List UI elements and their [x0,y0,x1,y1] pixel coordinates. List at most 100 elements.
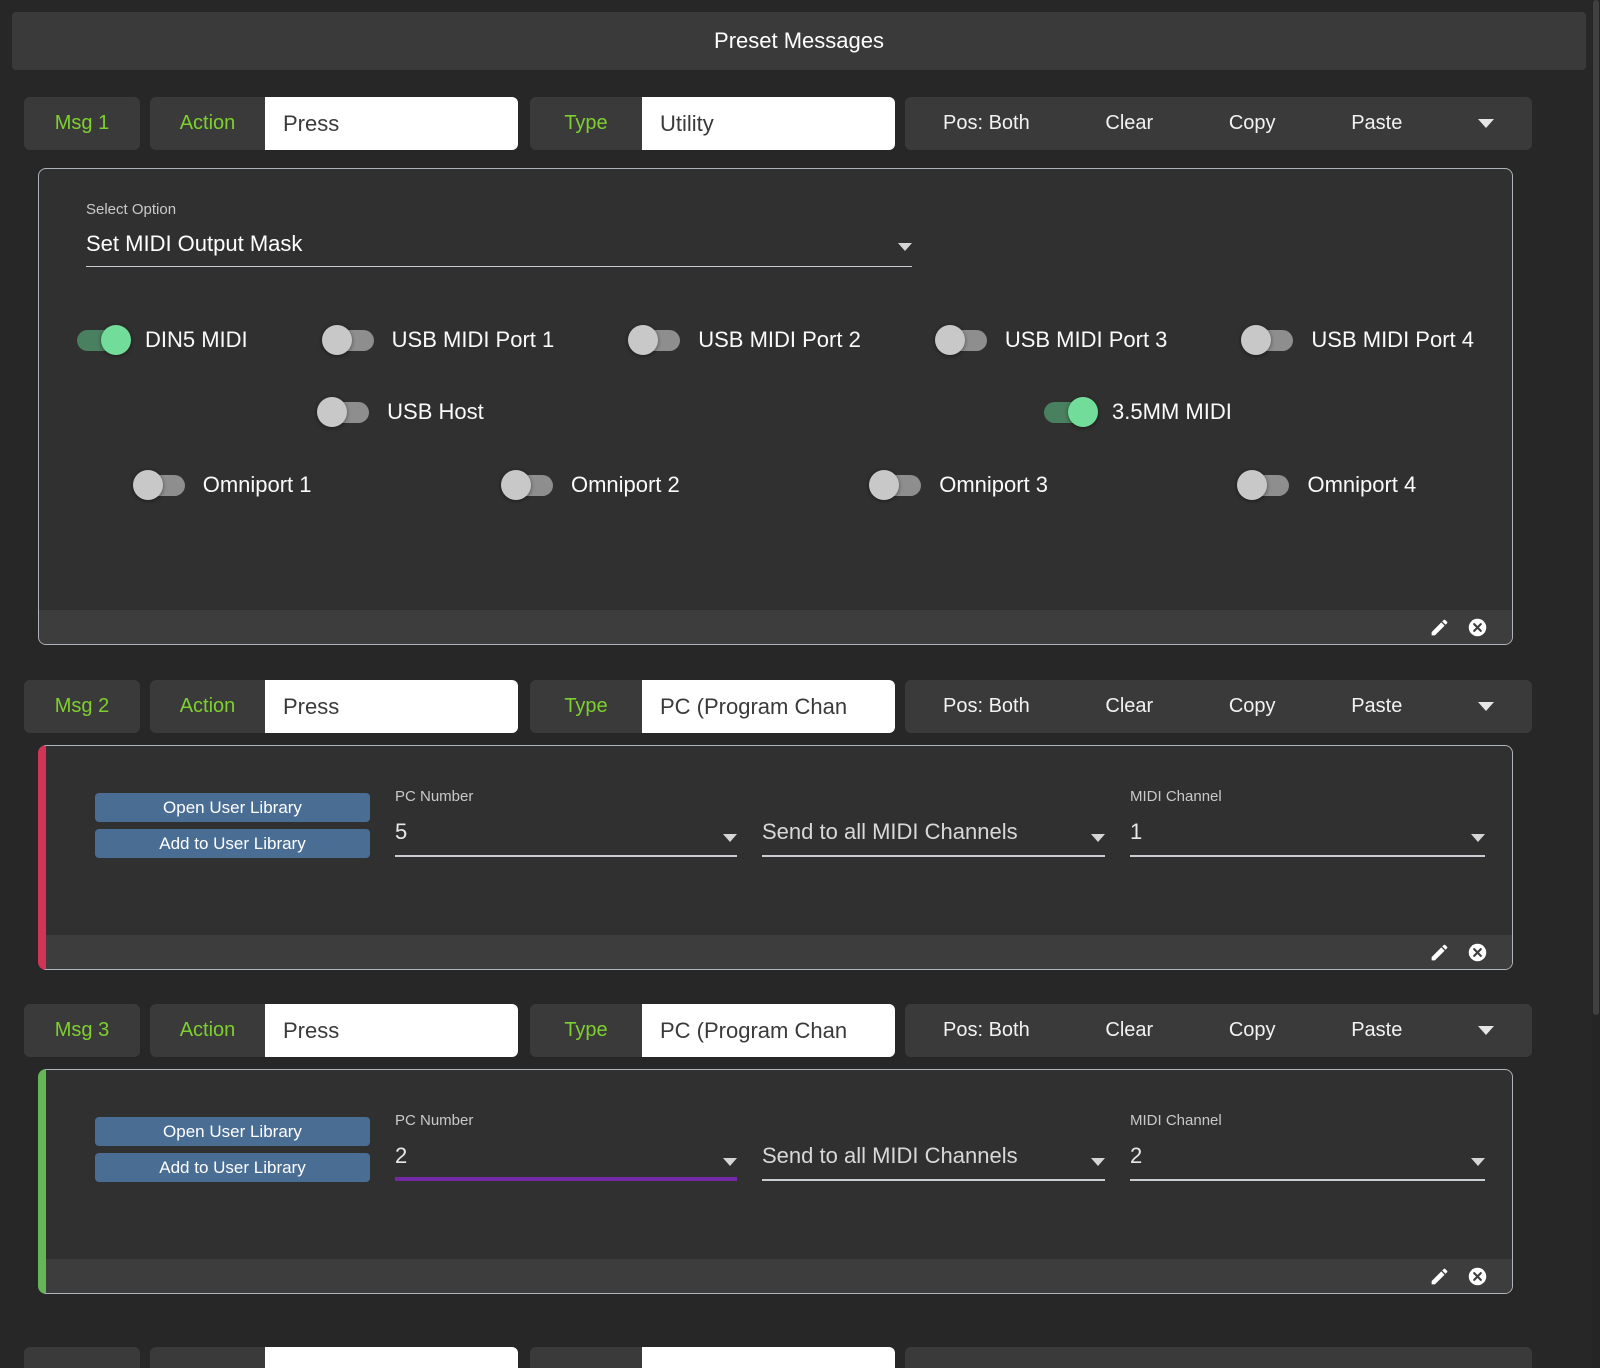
toggle-omniport-1[interactable]: Omniport 1 [135,470,312,500]
edit-message-button[interactable] [1428,941,1450,963]
chevron-down-icon[interactable] [1478,119,1494,128]
pos-both-button[interactable]: Pos: Both [943,1019,1030,1042]
paste-button[interactable]: Paste [1351,1019,1402,1042]
copy-button[interactable]: Copy [1229,695,1276,718]
toggle-omniport-2[interactable]: Omniport 2 [503,470,680,500]
msg4-header-row [24,1347,1532,1368]
type-label [530,1347,642,1368]
toggle-switch[interactable] [135,470,187,500]
channel-mode-select[interactable]: Send to all MIDI Channels [762,819,1105,857]
add-to-user-library-button[interactable]: Add to User Library [95,829,370,858]
open-user-library-button[interactable]: Open User Library [95,1117,370,1146]
toggle-switch[interactable] [630,325,682,355]
circle-x-icon [1467,617,1488,638]
paste-button[interactable]: Paste [1351,112,1402,135]
copy-button[interactable]: Copy [1229,112,1276,135]
action-select[interactable]: Press [265,680,518,733]
msg1-type-combo: Type Utility [530,97,895,150]
remove-message-button[interactable] [1466,616,1488,638]
edit-message-button[interactable] [1428,1265,1450,1287]
remove-message-button[interactable] [1466,941,1488,963]
toggle-switch[interactable] [77,325,129,355]
action-label: Action [150,97,265,150]
remove-message-button[interactable] [1466,1265,1488,1287]
clear-button[interactable]: Clear [1105,695,1153,718]
msg4-button[interactable] [24,1347,140,1368]
msg3-header-row: Msg 3 Action Press Type PC (Program Chan… [24,1004,1532,1057]
toggle-switch[interactable] [871,470,923,500]
clear-button[interactable]: Clear [1105,1019,1153,1042]
midi-channel-select[interactable]: 2 [1130,1143,1485,1181]
pc-number-field: PC Number 2 [395,1112,737,1182]
toggle-usb-midi-port-1[interactable]: USB MIDI Port 1 [324,325,555,355]
midi-channel-field: MIDI Channel 1 [1130,788,1485,858]
add-to-user-library-button[interactable]: Add to User Library [95,1153,370,1182]
action-select[interactable] [265,1347,518,1368]
toggle-switch[interactable] [937,325,989,355]
library-buttons: Open User Library Add to User Library [95,793,370,858]
channel-mode-value: Send to all MIDI Channels [762,1143,1018,1169]
toggle-label: USB MIDI Port 3 [1005,327,1168,353]
msg1-button[interactable]: Msg 1 [24,97,140,150]
pos-both-button[interactable]: Pos: Both [943,695,1030,718]
pos-both-button[interactable]: Pos: Both [943,112,1030,135]
chevron-down-icon [1091,1158,1105,1166]
toggle-switch[interactable] [324,325,376,355]
midi-channel-value: 1 [1130,819,1142,845]
toggle-usb-midi-port-2[interactable]: USB MIDI Port 2 [630,325,861,355]
toggle-omniport-3[interactable]: Omniport 3 [871,470,1048,500]
chevron-down-icon[interactable] [1478,702,1494,711]
chevron-down-icon [723,1158,737,1166]
toggle-usb-host[interactable]: USB Host [319,397,484,427]
pc-number-select[interactable]: 2 [395,1143,737,1181]
action-select[interactable]: Press [265,1004,518,1057]
midi-channel-field: MIDI Channel 2 [1130,1112,1485,1182]
toggle-switch[interactable] [1239,470,1291,500]
midi-channel-select[interactable]: 1 [1130,819,1485,857]
msg1-header-row: Msg 1 Action Press Type Utility Pos: Bot… [24,97,1532,150]
toggle-label: USB MIDI Port 4 [1311,327,1474,353]
type-label: Type [530,1004,642,1057]
msg1-actions-group: Pos: Both Clear Copy Paste [905,97,1532,150]
msg3-panel: Open User Library Add to User Library PC… [38,1069,1513,1294]
toggle-label: 3.5MM MIDI [1112,399,1232,425]
scrollbar[interactable] [1592,0,1600,1368]
scrollbar-thumb[interactable] [1593,0,1599,1015]
toggle-switch[interactable] [503,470,555,500]
open-user-library-button[interactable]: Open User Library [95,793,370,822]
channel-mode-field: Send to all MIDI Channels [762,788,1105,858]
paste-button[interactable]: Paste [1351,695,1402,718]
toggle-usb-midi-port-3[interactable]: USB MIDI Port 3 [937,325,1168,355]
msg3-button[interactable]: Msg 3 [24,1004,140,1057]
msg2-button[interactable]: Msg 2 [24,680,140,733]
channel-mode-select[interactable]: Send to all MIDI Channels [762,1143,1105,1181]
chevron-down-icon [723,834,737,842]
action-label: Action [150,680,265,733]
edit-message-button[interactable] [1428,616,1450,638]
toggle-usb-midi-port-4[interactable]: USB MIDI Port 4 [1243,325,1474,355]
toggle-35mm-midi[interactable]: 3.5MM MIDI [1044,397,1232,427]
select-option-label: Select Option [86,201,912,219]
toggle-din5-midi[interactable]: DIN5 MIDI [77,325,248,355]
type-select[interactable]: Utility [642,97,895,150]
toggle-switch[interactable] [319,397,371,427]
chevron-down-icon[interactable] [1478,1026,1494,1035]
type-select[interactable]: PC (Program Chan [642,1004,895,1057]
msg1-panel-footer [39,610,1512,644]
pencil-icon [1429,942,1450,963]
clear-button[interactable]: Clear [1105,112,1153,135]
utility-option-select[interactable]: Select Option Set MIDI Output Mask [86,201,912,267]
pc-number-label: PC Number [395,1112,737,1130]
type-select[interactable]: PC (Program Chan [642,680,895,733]
toggle-switch[interactable] [1243,325,1295,355]
action-label [150,1347,265,1368]
toggle-switch[interactable] [1044,397,1096,427]
toggle-omniport-4[interactable]: Omniport 4 [1239,470,1416,500]
action-label: Action [150,1004,265,1057]
midi-output-toggle-row-3: Omniport 1 Omniport 2 Omniport 3 Omnipor… [39,470,1512,500]
toggle-label: USB MIDI Port 2 [698,327,861,353]
pc-number-select[interactable]: 5 [395,819,737,857]
type-select[interactable] [642,1347,895,1368]
action-select[interactable]: Press [265,97,518,150]
copy-button[interactable]: Copy [1229,1019,1276,1042]
